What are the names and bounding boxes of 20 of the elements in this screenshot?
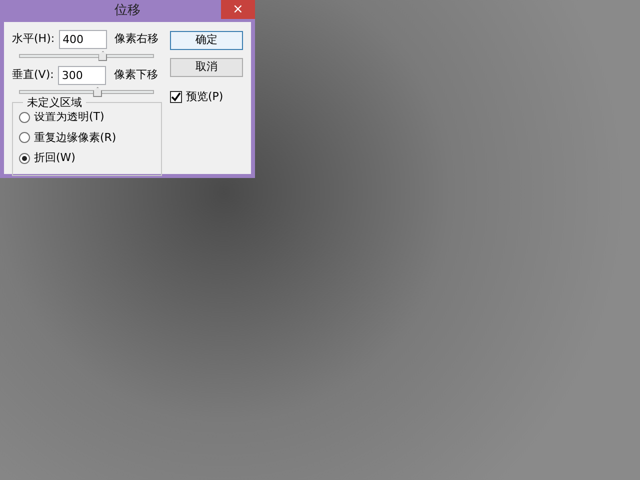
option-label[interactable]: 折回(W) — [34, 150, 76, 166]
radio-button[interactable] — [19, 152, 30, 164]
checkbox-label[interactable]: 预览(P) — [186, 89, 224, 106]
checkbox[interactable] — [170, 91, 182, 104]
input-field[interactable]: 300 — [58, 66, 106, 85]
unit-label: 像素右移 — [114, 31, 159, 48]
radio-button[interactable] — [19, 132, 30, 144]
close-button[interactable]: × — [221, 0, 255, 19]
option-label[interactable]: 重复边缘像素(R) — [34, 130, 116, 146]
group-title: 未定义区域 — [23, 95, 86, 112]
slider-thumb[interactable] — [98, 51, 108, 61]
input-field[interactable]: 400 — [58, 30, 107, 49]
window-title: 位移 — [114, 2, 140, 20]
field-label: 水平(H): — [12, 31, 55, 48]
radio-button[interactable] — [19, 112, 30, 123]
unit-label: 像素下移 — [114, 67, 158, 84]
dialog-button[interactable]: 取消 — [170, 58, 243, 77]
dialog-button[interactable]: 确定 — [170, 31, 243, 50]
slider-thumb[interactable] — [93, 87, 102, 97]
field-label: 垂直(V): — [12, 67, 54, 84]
